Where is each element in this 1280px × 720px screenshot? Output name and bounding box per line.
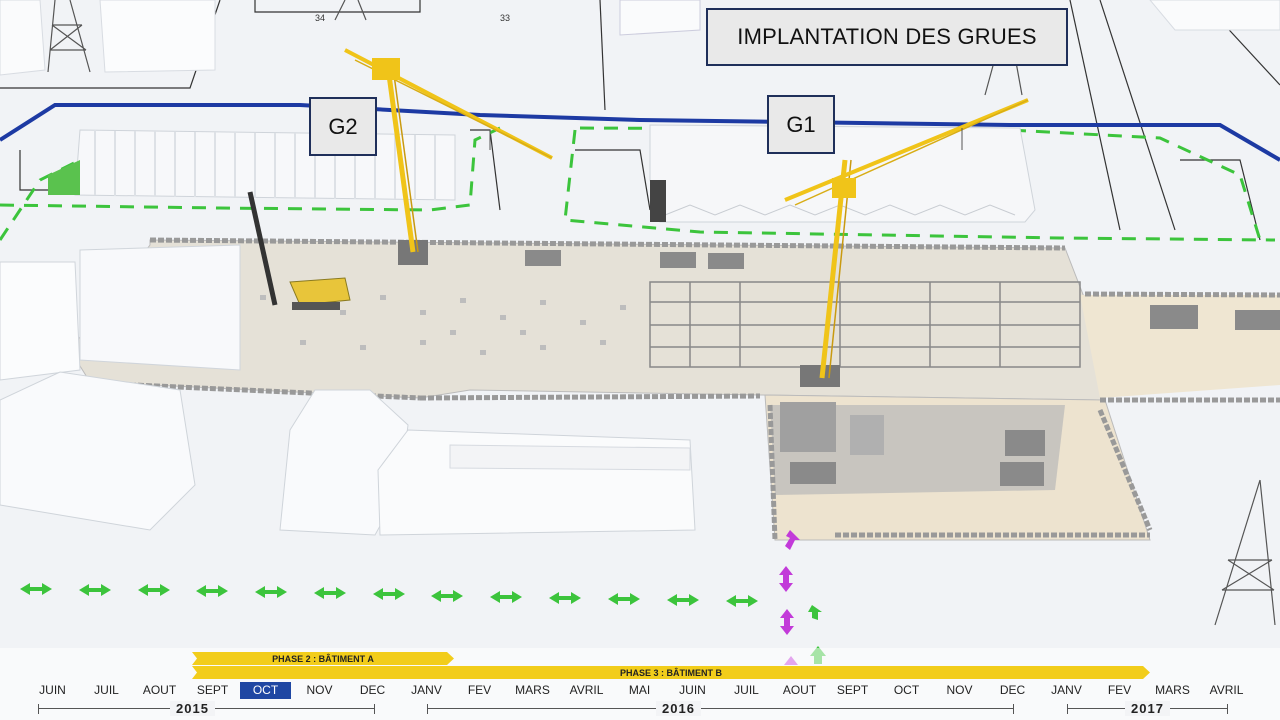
schedule-timeline: PHASE 2 : BÂTIMENT A PHASE 3 : BÂTIMENT …: [0, 648, 1280, 720]
timeline-month: FEV: [467, 683, 492, 697]
crane-label-g1: G1: [767, 95, 835, 154]
timeline-month: SEPT: [196, 683, 229, 697]
timeline-month: OCT: [893, 683, 920, 697]
phase-bar-3: PHASE 3 : BÂTIMENT B: [192, 666, 1150, 679]
timeline-month: MARS: [515, 683, 550, 697]
timeline-month: MAI: [628, 683, 651, 697]
timeline-month: AVRIL: [1209, 683, 1244, 697]
timeline-month: JANV: [1051, 683, 1082, 697]
phase-3-description: BÂTIMENT B: [666, 667, 722, 678]
timeline-month: DEC: [999, 683, 1026, 697]
phase-2-description: BÂTIMENT A: [318, 653, 374, 664]
timeline-month: AOUT: [142, 683, 177, 697]
building-a: [48, 129, 456, 201]
year-label-2015: 2015: [170, 701, 215, 716]
phase-3-number: PHASE 3: [619, 667, 659, 678]
timeline-month-current: OCT: [240, 682, 291, 699]
parcel-number-34: 34: [315, 13, 325, 23]
year-span-2016: [427, 704, 1014, 714]
timeline-month: AOUT: [782, 683, 817, 697]
timeline-month: JANV: [411, 683, 442, 697]
timeline-month: MARS: [1155, 683, 1190, 697]
parcel-number-33: 33: [500, 13, 510, 23]
timeline-month: NOV: [946, 683, 973, 697]
timeline-month: JUIL: [734, 683, 759, 697]
timeline-month: SEPT: [836, 683, 869, 697]
timeline-month: JUIL: [94, 683, 119, 697]
crane-label-g2: G2: [309, 97, 377, 156]
timeline-month: AVRIL: [569, 683, 604, 697]
year-label-2016: 2016: [656, 701, 701, 716]
site-3d-view: 34 33: [0, 0, 1280, 720]
timeline-month: JUIN: [39, 683, 66, 697]
timeline-month: JUIN: [679, 683, 706, 697]
page-title: IMPLANTATION DES GRUES: [706, 8, 1068, 66]
timeline-month: DEC: [359, 683, 386, 697]
year-label-2017: 2017: [1125, 701, 1170, 716]
phase-2-number: PHASE 2: [272, 653, 311, 664]
phase-bar-2: PHASE 2 : BÂTIMENT A: [192, 652, 454, 665]
timeline-month: NOV: [306, 683, 333, 697]
timeline-month: FEV: [1107, 683, 1132, 697]
